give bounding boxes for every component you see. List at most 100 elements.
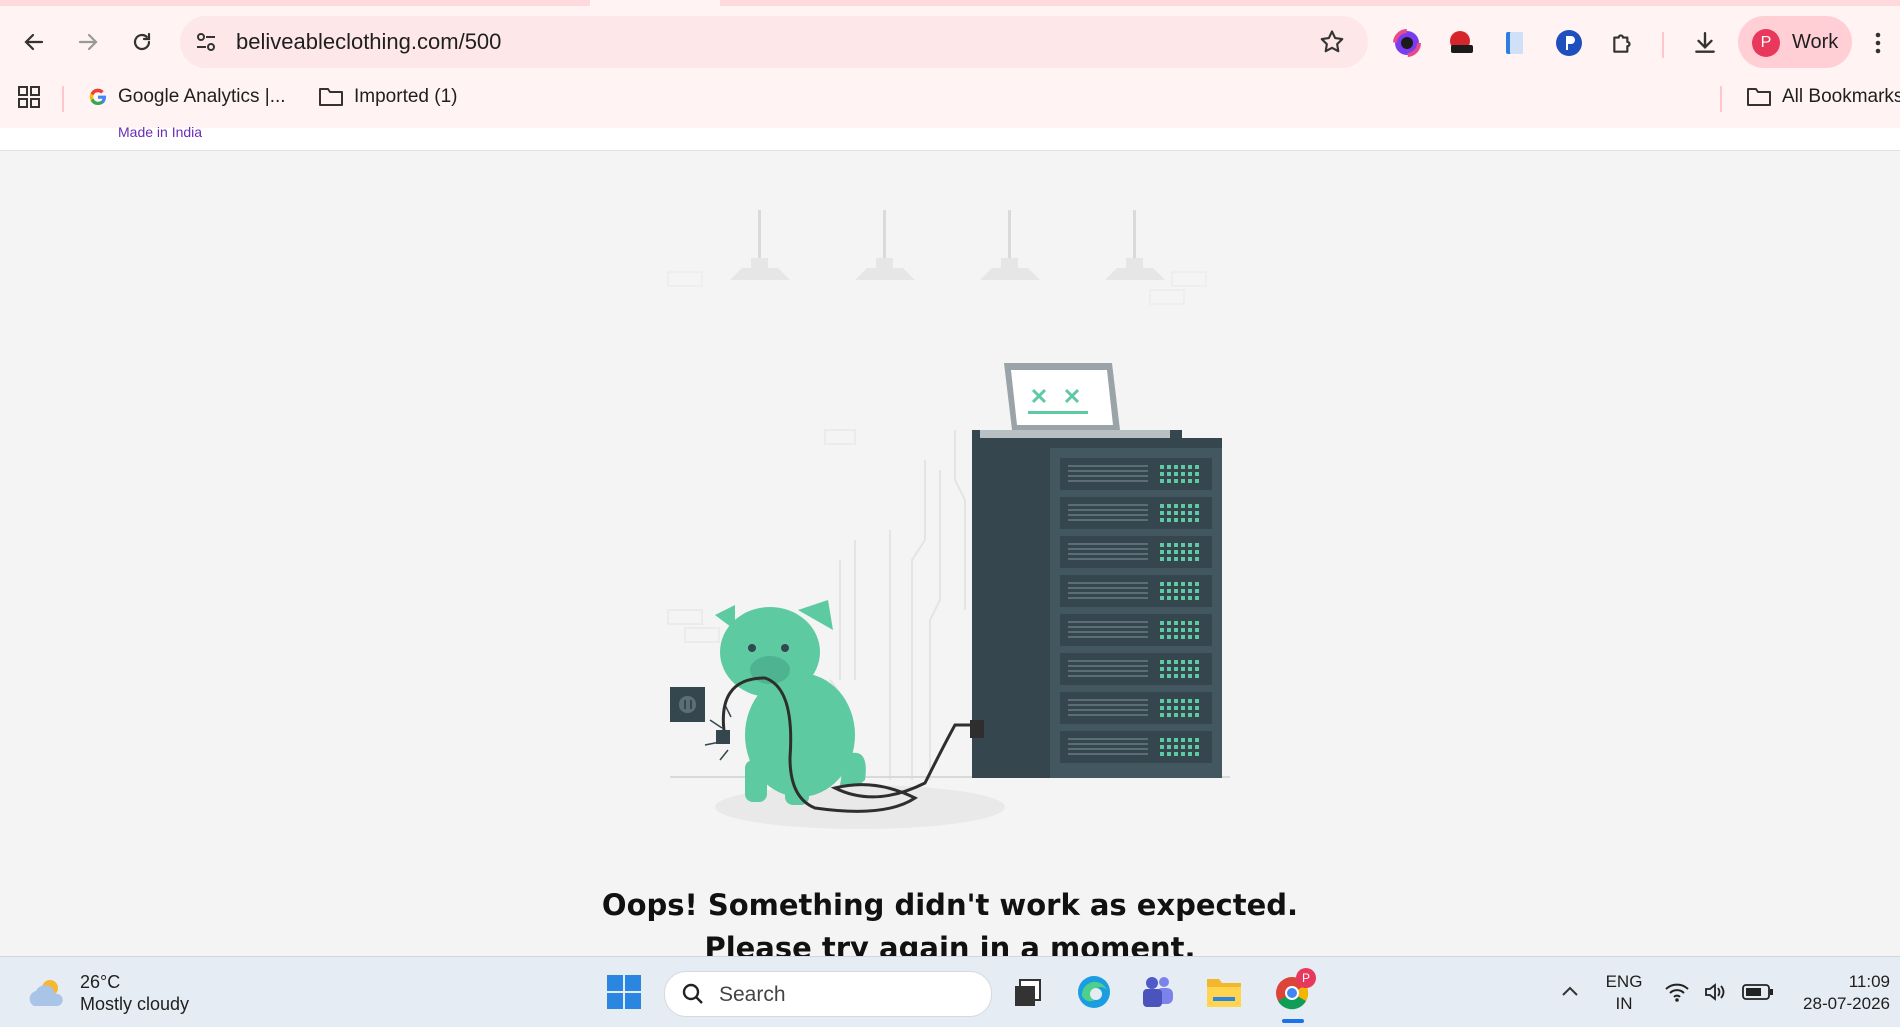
active-tab[interactable] [590,0,720,6]
wifi-status[interactable] [1660,972,1694,1012]
folder-icon [319,88,343,106]
rack-led [1188,635,1192,639]
rack-led [1195,635,1199,639]
back-button[interactable] [18,26,50,58]
rack-led [1188,738,1192,742]
weather-widget[interactable]: 26°C Mostly cloudy [26,971,189,1015]
profile-avatar: P [1752,29,1780,57]
rack-led [1167,589,1171,593]
rack-led [1181,628,1185,632]
language-indicator[interactable]: ENG IN [1604,971,1644,1015]
profile-button[interactable]: P Work [1738,16,1852,68]
server-rack [972,430,1222,778]
bookmark-label: Google Analytics |... [118,86,286,107]
clock-date: 28-07-2026 [1803,994,1890,1013]
rack-vent-line [1068,704,1148,706]
wifi-icon [1665,983,1689,1002]
rack-led [1167,752,1171,756]
profile-label: Work [1792,31,1839,53]
battery-status[interactable] [1738,972,1778,1012]
rack-led [1181,504,1185,508]
site-settings-icon[interactable] [194,30,218,54]
puzzle-icon [1613,34,1631,53]
rack-led [1160,518,1164,522]
rack-led [1160,699,1164,703]
rack-led [1188,582,1192,586]
address-bar[interactable]: beliveableclothing.com/500 [180,16,1368,68]
rack-vent-line [1068,597,1148,599]
rack-led [1167,465,1171,469]
rack-led [1181,699,1185,703]
rack-vent-line [1068,660,1148,662]
extension-p[interactable] [1554,28,1584,58]
taskbar-search[interactable]: Search [664,971,992,1017]
rack-led [1167,667,1171,671]
language-region: IN [1615,994,1633,1013]
rack-vent-line [1068,504,1148,506]
rack-led [1160,479,1164,483]
taskbar-chrome[interactable]: P [1272,968,1316,1012]
bookmark-star-icon[interactable] [1318,28,1346,56]
extension-seo[interactable] [1446,28,1476,58]
bookmark-label: Imported (1) [354,86,458,107]
rack-vent-line [1068,709,1148,711]
rack-led [1195,557,1199,561]
rack-led [1167,699,1171,703]
rack-led [1195,479,1199,483]
rack-led [1167,472,1171,476]
rack-led [1174,518,1178,522]
clock[interactable]: 11:09 28-07-2026 [1790,971,1890,1015]
rack-led [1174,635,1178,639]
rack-vent-line [1068,582,1148,584]
rack-vent-line [1068,626,1148,628]
chrome-profile-badge: P [1296,968,1316,988]
rack-led [1195,738,1199,742]
url-text[interactable]: beliveableclothing.com/500 [236,29,501,55]
rack-led [1181,550,1185,554]
clock-time: 11:09 [1848,972,1890,991]
reload-button[interactable] [126,26,158,58]
search-placeholder: Search [719,983,786,1006]
taskbar-edge[interactable] [1074,972,1114,1012]
bookmark-google-analytics[interactable]: Google Analytics |... [88,86,286,108]
rack-vent-line [1068,748,1148,750]
extension-clipboard[interactable] [1500,28,1530,58]
all-bookmarks-button[interactable]: All Bookmarks [1746,86,1900,108]
volume-status[interactable] [1698,972,1732,1012]
apps-button[interactable] [18,86,40,108]
rack-vent-line [1068,738,1148,740]
downloads-button[interactable] [1690,28,1720,58]
rack-led [1160,543,1164,547]
rack-led [1195,504,1199,508]
rack-led [1160,511,1164,515]
cable-plug [716,730,730,744]
extensions-button[interactable] [1608,28,1638,58]
bookmark-folder-imported[interactable]: Imported (1) [318,86,457,108]
rack-led [1167,706,1171,710]
start-button[interactable] [604,972,644,1012]
taskbar-teams[interactable] [1138,972,1178,1012]
edge-browser-icon [1078,976,1110,1008]
rack-led [1181,713,1185,717]
rack-led [1188,674,1192,678]
rack-vent-line [1068,636,1148,638]
rack-led [1174,465,1178,469]
rack-vent-line [1068,553,1148,555]
extension-color-picker[interactable] [1392,28,1422,58]
rack-led [1181,745,1185,749]
folder-icon [1747,88,1771,106]
wall-socket [670,687,705,722]
rack-led [1195,543,1199,547]
rack-led [1188,472,1192,476]
chevron-up-icon [1562,986,1578,996]
task-view-button[interactable] [1008,972,1048,1012]
browser-menu-button[interactable] [1868,28,1888,58]
taskbar-file-explorer[interactable] [1204,972,1244,1012]
cloudy-weather-icon [29,980,63,1006]
show-hidden-icons-button[interactable] [1550,972,1590,1012]
rack-led [1167,635,1171,639]
rack-led [1181,706,1185,710]
browser-chrome: beliveableclothing.com/500 P Work Google… [0,0,1900,128]
rack-led [1181,635,1185,639]
forward-button[interactable] [72,26,104,58]
